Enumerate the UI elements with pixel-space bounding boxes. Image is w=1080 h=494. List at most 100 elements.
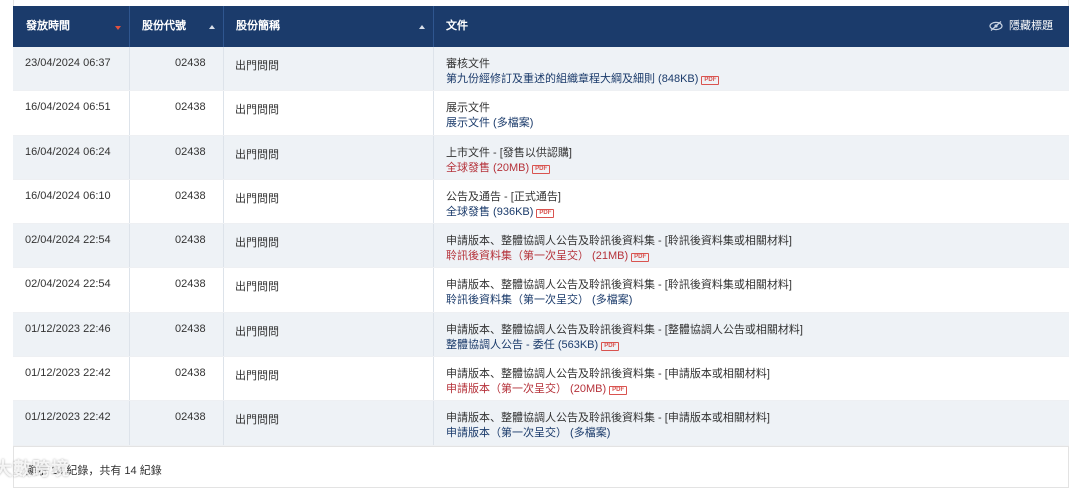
column-divider — [433, 91, 434, 135]
cell-code: 02438 — [175, 145, 206, 158]
column-divider — [129, 268, 130, 312]
document-link[interactable]: 聆訊後資料集（第一次呈交） (多檔案) — [446, 291, 632, 307]
cell-code: 02438 — [175, 101, 206, 114]
cell-code: 02438 — [175, 278, 206, 291]
cell-doc-title: 申請版本、整體協調人公告及聆訊後資料集 - [申請版本或相關材料] — [446, 368, 770, 381]
table-body: 23/04/2024 06:37 02438 出門問問 審核文件 第九份經修訂及重述的組… — [13, 47, 1069, 446]
cell-doc-title: 申請版本、整體協調人公告及聆訊後資料集 - [聆訊後資料集或相關材料] — [446, 235, 792, 248]
table-row: 16/04/2024 06:10 02438 出門問問 公告及通告 - [正式通告] 全… — [13, 179, 1069, 225]
column-divider — [129, 135, 130, 179]
column-divider — [129, 224, 130, 268]
column-divider — [433, 179, 434, 224]
document-link-text: 全球發售 (936KB) — [446, 205, 534, 218]
table-row: 23/04/2024 06:37 02438 出門問問 審核文件 第九份經修訂及重述的組… — [13, 47, 1069, 92]
table-row: 02/04/2024 22:54 02438 出門問問 申請版本、整體協調人公告及聆訊… — [13, 224, 1069, 269]
column-divider — [129, 312, 130, 357]
header-code-label: 股份代號 — [142, 20, 186, 32]
cell-code: 02438 — [175, 234, 206, 247]
sort-asc-icon[interactable] — [419, 25, 425, 29]
cell-code: 02438 — [175, 189, 206, 202]
column-divider — [223, 47, 224, 91]
cell-name: 出門問問 — [235, 370, 279, 383]
document-link-text: 整體協調人公告 - 委任 (563KB) — [446, 338, 599, 351]
header-name[interactable]: 股份簡稱 — [236, 6, 426, 47]
document-link[interactable]: 申請版本（第一次呈交） (20MB) PDF — [446, 380, 628, 396]
cell-name: 出門問問 — [235, 192, 279, 205]
document-link[interactable]: 全球發售 (20MB) PDF — [446, 159, 551, 175]
table-row: 01/12/2023 22:42 02438 出門問問 申請版本、整體協調人公告及聆訊… — [13, 357, 1069, 402]
cell-code: 02438 — [175, 57, 206, 69]
cell-doc-title: 公告及通告 - [正式通告] — [446, 190, 561, 203]
cell-doc-title: 審核文件 — [446, 58, 490, 70]
header-doc: 文件 — [446, 6, 646, 47]
document-link-text: 申請版本（第一次呈交） (20MB) — [446, 383, 607, 396]
column-divider — [223, 312, 224, 357]
pdf-icon: PDF — [532, 164, 551, 174]
column-divider — [223, 224, 224, 268]
cell-date: 16/04/2024 06:24 — [25, 145, 111, 158]
cell-doc-title: 申請版本、整體協調人公告及聆訊後資料集 - [整體協調人公告或相關材料] — [446, 323, 803, 336]
cell-name: 出門問問 — [235, 281, 279, 294]
document-link-text: 全球發售 (20MB) — [446, 161, 530, 174]
cell-name: 出門問問 — [235, 148, 279, 161]
column-divider — [223, 401, 224, 445]
pdf-icon: PDF — [701, 76, 720, 85]
column-divider — [433, 401, 434, 445]
table-footer: 顯示 14 紀錄，共有 14 紀錄 — [13, 446, 1069, 488]
document-link[interactable]: 第九份經修訂及重述的組織章程大綱及細則 (848KB) PDF — [446, 70, 720, 86]
table-row: 16/04/2024 06:51 02438 出門問問 展示文件展示文件 (多檔案) — [13, 91, 1069, 136]
cell-name: 出門問問 — [235, 325, 279, 338]
pdf-icon: PDF — [609, 386, 628, 396]
document-link-text: 申請版本（第一次呈交） (多檔案) — [446, 427, 611, 440]
watermark-logo: 大數跨境 — [0, 459, 70, 479]
table-row: 01/12/2023 22:42 02438 出門問問 申請版本、整體協調人公告及聆訊… — [13, 401, 1069, 446]
column-divider — [129, 401, 130, 445]
cell-date: 16/04/2024 06:10 — [25, 189, 111, 202]
cell-doc-title: 申請版本、整體協調人公告及聆訊後資料集 - [聆訊後資料集或相關材料] — [446, 279, 792, 292]
header-divider — [129, 6, 130, 47]
header-name-label: 股份簡稱 — [236, 20, 280, 32]
header-divider — [433, 6, 434, 47]
table-row: 01/12/2023 22:46 02438 出門問問 申請版本、整體協調人公告及聆訊… — [13, 312, 1069, 358]
cell-date: 16/04/2024 06:51 — [25, 101, 111, 114]
cell-name: 出門問問 — [235, 60, 279, 72]
column-divider — [223, 91, 224, 135]
sort-asc-icon[interactable] — [209, 25, 215, 29]
header-date[interactable]: 發放時間 — [26, 6, 126, 47]
table-row: 16/04/2024 06:24 02438 出門問問 上市文件 - [發售以供認購]… — [13, 135, 1069, 180]
cell-doc-title: 申請版本、整體協調人公告及聆訊後資料集 - [申請版本或相關材料] — [446, 412, 770, 425]
column-divider — [223, 135, 224, 179]
document-link-text: 展示文件 (多檔案) — [446, 117, 534, 130]
column-divider — [433, 47, 434, 91]
document-link[interactable]: 全球發售 (936KB) PDF — [446, 203, 555, 219]
cell-name: 出門問問 — [235, 104, 279, 117]
table-row: 02/04/2024 22:54 02438 出門問問 申請版本、整體協調人公告及聆訊… — [13, 268, 1069, 313]
cell-code: 02438 — [175, 411, 206, 424]
document-link[interactable]: 申請版本（第一次呈交） (多檔案) — [446, 424, 610, 440]
cell-date: 02/04/2024 22:54 — [25, 278, 111, 291]
column-divider — [223, 357, 224, 401]
cell-doc-title: 展示文件 — [446, 102, 490, 115]
document-link[interactable]: 展示文件 (多檔案) — [446, 114, 533, 130]
hide-title-label: 隱藏標題 — [1009, 20, 1053, 32]
cell-code: 02438 — [175, 367, 206, 380]
eye-off-icon — [989, 21, 1003, 32]
document-link-text: 第九份經修訂及重述的組織章程大綱及細則 (848KB) — [446, 73, 699, 85]
cell-doc-title: 上市文件 - [發售以供認購] — [446, 146, 572, 159]
document-link[interactable]: 整體協調人公告 - 委任 (563KB) PDF — [446, 336, 620, 352]
document-link[interactable]: 聆訊後資料集（第一次呈交） (21MB) PDF — [446, 247, 650, 263]
hide-title-button[interactable]: 隱藏標題 — [989, 6, 1053, 47]
cell-date: 01/12/2023 22:42 — [25, 411, 111, 424]
column-divider — [433, 224, 434, 268]
column-divider — [129, 179, 130, 224]
cell-code: 02438 — [175, 322, 206, 335]
announcements-table: 發放時間 股份代號 股份簡稱 文件 隱藏標題 23/04/2024 06:37 0… — [13, 0, 1069, 494]
pdf-icon: PDF — [631, 253, 650, 263]
column-divider — [223, 179, 224, 224]
sort-desc-icon[interactable] — [115, 26, 121, 30]
column-divider — [433, 312, 434, 357]
pdf-icon: PDF — [536, 208, 555, 218]
cell-date: 01/12/2023 22:42 — [25, 367, 111, 380]
column-divider — [223, 268, 224, 312]
column-divider — [433, 135, 434, 179]
